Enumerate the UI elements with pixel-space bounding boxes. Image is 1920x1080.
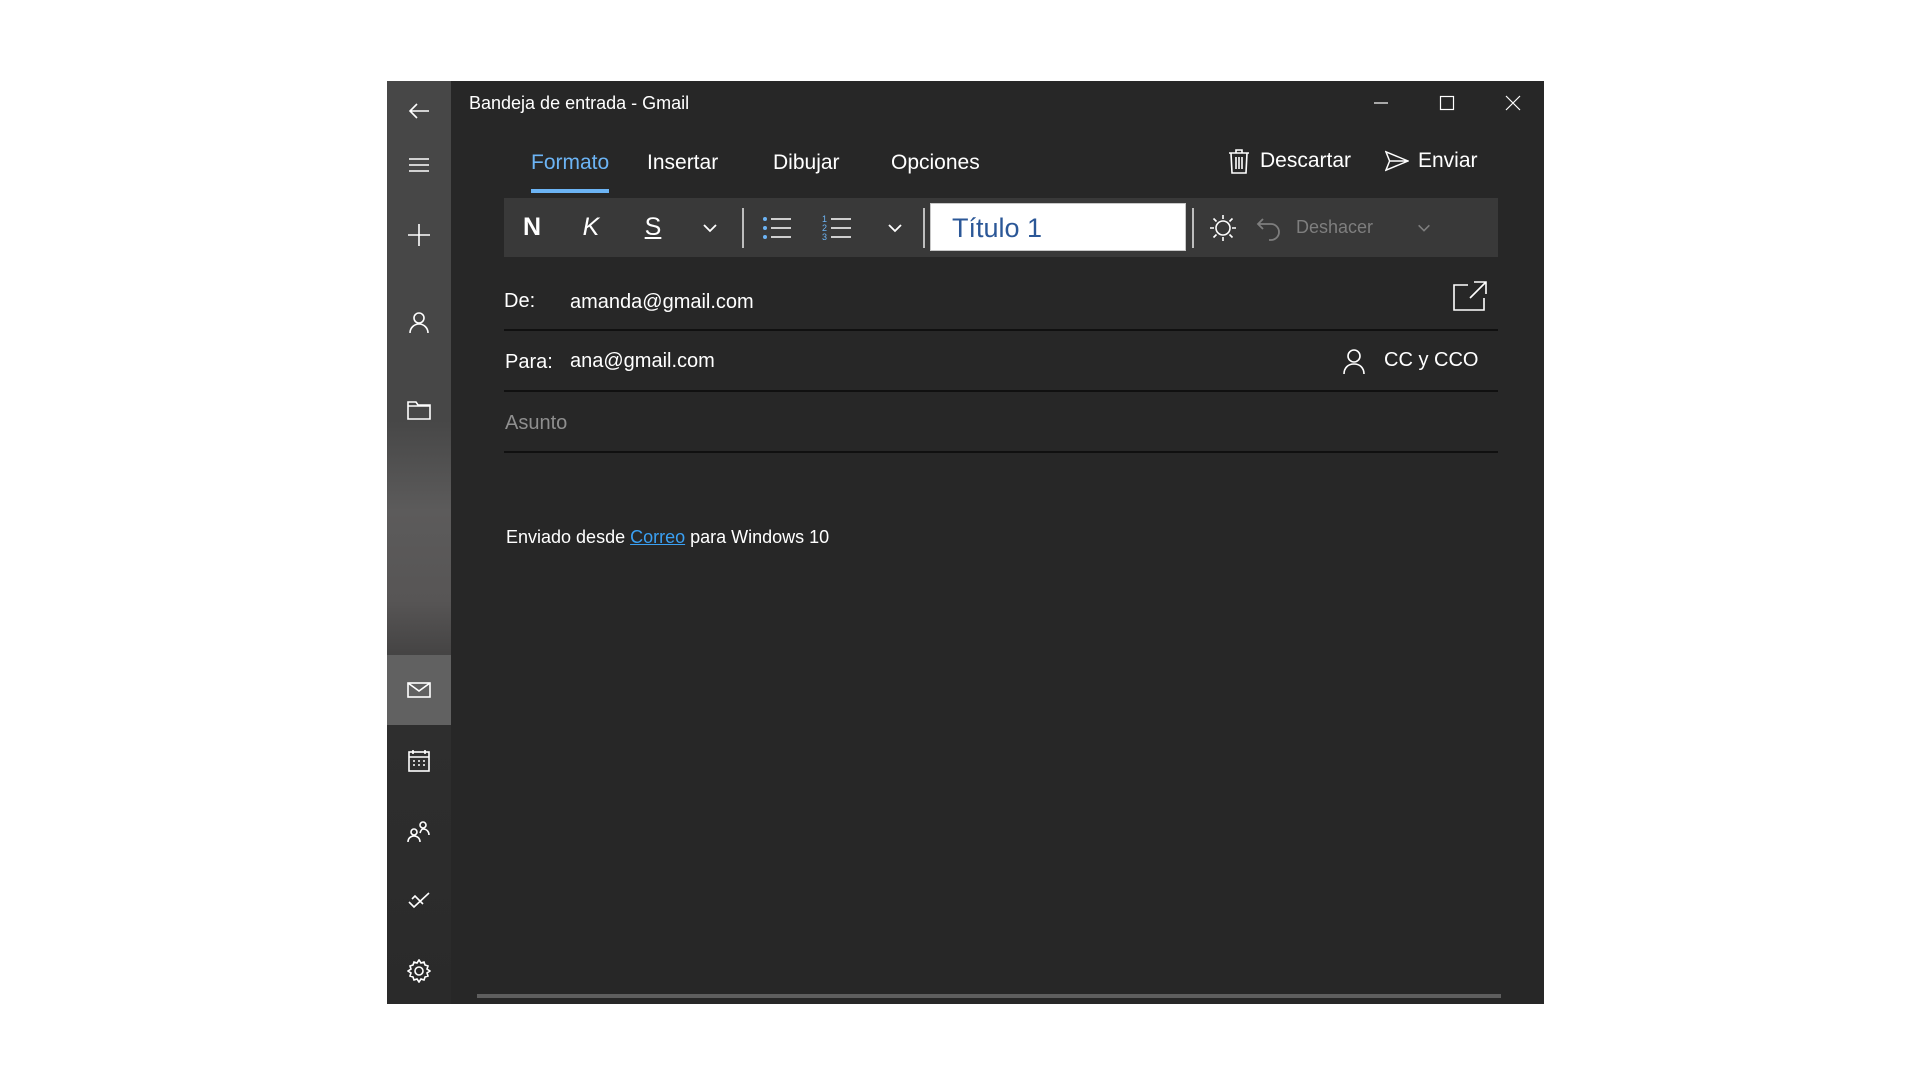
font-options-dropdown[interactable] [684, 198, 736, 257]
hamburger-menu-icon [409, 158, 429, 172]
chevron-down-icon [1418, 224, 1430, 232]
window-title: Bandeja de entrada - Gmail [469, 93, 690, 113]
correo-link[interactable]: Correo [630, 527, 685, 547]
format-painter-button[interactable] [1198, 198, 1248, 257]
to-field[interactable]: ana@gmail.com [570, 350, 715, 373]
subject-field[interactable]: Asunto [505, 412, 567, 435]
new-mail-plus-icon [408, 224, 430, 246]
from-field[interactable]: amanda@gmail.com [570, 291, 754, 314]
navigation-rail [387, 81, 451, 1004]
undo-button[interactable]: Deshacer [1256, 198, 1396, 257]
horizontal-scrollbar[interactable] [477, 994, 1501, 998]
tab-label: Dibujar [773, 151, 840, 174]
accounts-button[interactable] [387, 292, 451, 352]
toolbar-divider [923, 208, 925, 248]
tab-label: Insertar [647, 151, 719, 174]
calendar-icon [408, 750, 430, 772]
tab-insertar[interactable]: Insertar [647, 151, 718, 175]
toolbar-divider [1192, 208, 1194, 248]
settings-gear-icon [407, 959, 431, 983]
minimize-button[interactable] [1348, 81, 1414, 125]
discard-button[interactable]: Descartar [1227, 148, 1351, 174]
minimize-icon [1374, 102, 1388, 104]
from-field-row: De: amanda@gmail.com [504, 274, 1498, 331]
undo-icon [1256, 217, 1280, 241]
signature-prefix: Enviado desde [506, 527, 631, 547]
cc-bcc-button[interactable]: CC y CCO [1384, 349, 1478, 372]
settings-button[interactable] [387, 941, 451, 1001]
contact-picker-icon[interactable] [1342, 347, 1366, 375]
chevron-down-icon [888, 223, 902, 232]
toolbar-divider [742, 208, 744, 248]
maximize-button[interactable] [1414, 81, 1480, 125]
style-selector[interactable]: Título 1 [930, 203, 1186, 251]
back-arrow-icon [408, 103, 429, 119]
chevron-down-icon [703, 223, 717, 232]
send-icon [1385, 150, 1409, 172]
active-tab-indicator [531, 189, 610, 193]
account-person-icon [409, 312, 429, 334]
send-button[interactable]: Enviar [1385, 148, 1478, 174]
svg-text:3: 3 [822, 232, 827, 242]
calendar-button[interactable] [387, 731, 451, 791]
bold-button[interactable]: N [504, 198, 560, 257]
subject-field-row: Asunto [504, 392, 1498, 453]
numbered-list-icon: 123 [822, 214, 851, 242]
bullets-button[interactable] [748, 198, 806, 257]
todo-check-icon [408, 892, 430, 909]
style-value: Título 1 [952, 213, 1043, 243]
undo-dropdown[interactable] [1404, 198, 1444, 257]
menu-button[interactable] [387, 135, 451, 195]
folder-icon [407, 401, 431, 420]
to-field-row: Para: ana@gmail.com CC y CCO [504, 331, 1498, 392]
close-button[interactable] [1480, 81, 1544, 125]
people-button[interactable] [387, 801, 451, 861]
to-label: Para: [505, 351, 553, 373]
send-label: Enviar [1418, 149, 1478, 172]
people-icon [407, 821, 430, 843]
trash-icon [1229, 149, 1249, 174]
mail-compose-window: Bandeja de entrada - Gmail Formato Inser… [387, 81, 1544, 1004]
discard-label: Descartar [1260, 149, 1352, 172]
mail-icon [407, 682, 431, 698]
paragraph-options-dropdown[interactable] [868, 198, 922, 257]
tab-formato[interactable]: Formato [531, 151, 610, 193]
underline-button[interactable]: S [622, 198, 684, 257]
signature-suffix: para Windows 10 [685, 527, 830, 547]
numbering-button[interactable]: 123 [806, 198, 868, 257]
italic-button[interactable]: K [560, 198, 622, 257]
bullet-list-icon [763, 216, 791, 239]
mail-button[interactable] [387, 655, 451, 725]
close-icon [1505, 95, 1521, 111]
email-signature: Enviado desde Correo para Windows 10 [506, 527, 829, 548]
tab-label: Opciones [891, 151, 980, 174]
folders-button[interactable] [387, 380, 451, 440]
format-toolbar: N K S 123 Título 1 Deshacer [504, 198, 1498, 257]
todo-button[interactable] [387, 871, 451, 931]
tab-dibujar[interactable]: Dibujar [773, 151, 840, 175]
undo-label: Deshacer [1296, 217, 1374, 237]
from-label: De: [504, 290, 536, 312]
sun-format-icon [1210, 214, 1236, 241]
back-button[interactable] [387, 81, 451, 141]
pop-out-icon[interactable] [1452, 280, 1488, 312]
maximize-icon [1439, 95, 1455, 111]
new-mail-button[interactable] [387, 205, 451, 265]
tab-label: Formato [531, 151, 610, 174]
tab-opciones[interactable]: Opciones [891, 151, 980, 175]
